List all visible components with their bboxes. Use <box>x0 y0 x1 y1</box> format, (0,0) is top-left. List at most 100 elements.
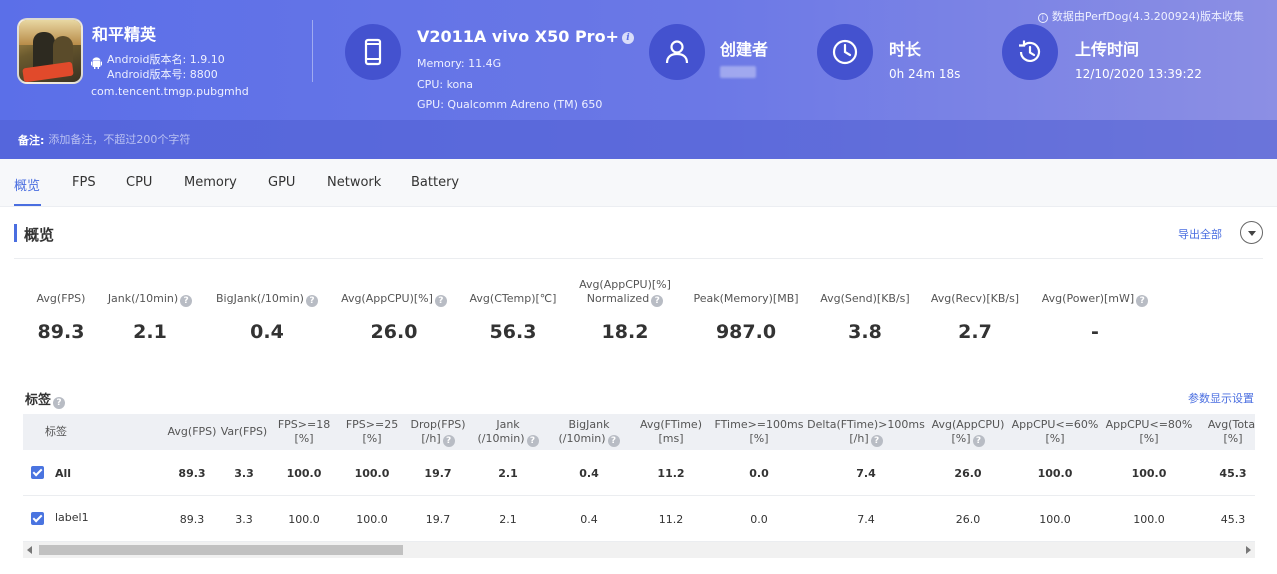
device-name: V2011A vivo X50 Pro+ i <box>417 27 634 46</box>
metric-label: Avg(AppCPU)[%]? <box>334 292 454 307</box>
column-header: Avg(Total [%] <box>1207 418 1255 445</box>
metric-value: 987.0 <box>715 321 777 343</box>
tab-overview[interactable]: 概览 <box>14 175 40 194</box>
metric-label: Avg(Power)[mW]? <box>1035 292 1155 307</box>
cell: 26.0 <box>955 512 981 526</box>
android-version-name: Android版本名: 1.9.10 <box>107 53 225 66</box>
cell: 3.3 <box>234 466 254 480</box>
row-checkbox[interactable] <box>31 512 44 525</box>
table-row: All 89.3 3.3 100.0 100.0 19.7 2.1 0.4 11… <box>23 450 1255 496</box>
device-gpu: GPU: Qualcomm Adreno (TM) 650 <box>417 98 603 111</box>
tab-memory[interactable]: Memory <box>184 175 237 190</box>
table-header: 标签 Avg(FPS) Var(FPS) FPS>=18 [%] FPS>=25[… <box>23 414 1255 450</box>
device-info-icon[interactable]: i <box>621 32 634 44</box>
metric-value: 3.8 <box>848 321 882 343</box>
labels-title: 标签? <box>25 389 66 409</box>
help-icon[interactable]: ? <box>972 434 985 447</box>
tab-battery[interactable]: Battery <box>411 175 459 190</box>
chevron-down-icon[interactable] <box>1240 221 1263 244</box>
metric-value: 56.3 <box>489 321 537 343</box>
labels-table: 标签 Avg(FPS) Var(FPS) FPS>=18 [%] FPS>=25[… <box>23 414 1255 542</box>
tab-network[interactable]: Network <box>327 175 381 190</box>
cell: 0.0 <box>750 512 768 526</box>
param-settings-link[interactable]: 参数显示设置 <box>1188 390 1254 406</box>
user-icon <box>649 24 705 80</box>
clock-icon <box>817 24 873 80</box>
android-icon <box>91 57 102 69</box>
cell: 100.0 <box>1037 466 1073 480</box>
section-accent-bar <box>14 224 17 242</box>
cell: 19.7 <box>425 512 451 526</box>
active-tab-indicator <box>14 204 41 206</box>
help-icon[interactable]: ? <box>180 295 193 307</box>
game-icon <box>17 18 83 84</box>
device-memory: Memory: 11.4G <box>417 57 502 70</box>
column-header: Var(FPS) <box>220 425 268 438</box>
help-icon[interactable]: ? <box>305 295 318 307</box>
cell: 100.0 <box>1039 512 1071 526</box>
metric-label: Avg(Recv)[KB/s] <box>930 292 1020 305</box>
overview-title: 概览 <box>24 226 55 244</box>
duration-title: 时长 <box>889 40 922 59</box>
cell: 2.1 <box>499 512 517 526</box>
column-header: Delta(FTime)>100ms [/h]? <box>807 417 925 447</box>
remark-label: 备注: <box>18 133 45 147</box>
scroll-right-icon[interactable] <box>1246 546 1251 554</box>
cell: 45.3 <box>1220 512 1246 526</box>
creator-name-redacted <box>720 66 756 78</box>
section-divider <box>14 258 1263 259</box>
cell: 11.2 <box>658 512 684 526</box>
cell: 26.0 <box>954 466 982 480</box>
tab-bar: 概览 FPS CPU Memory GPU Network Battery <box>0 159 1277 207</box>
report-header: 和平精英 Android版本名: 1.9.10 Android版本号: 8800… <box>0 0 1277 159</box>
help-icon[interactable]: ? <box>651 295 664 307</box>
help-icon[interactable]: ? <box>442 434 455 447</box>
metric-value: 2.7 <box>958 321 992 343</box>
help-icon[interactable]: ? <box>1136 295 1149 307</box>
metric-value: 2.1 <box>133 321 167 343</box>
tab-fps[interactable]: FPS <box>72 175 96 190</box>
help-icon[interactable]: ? <box>870 434 883 447</box>
row-label: All <box>55 466 72 480</box>
column-header: FPS>=18 [%] <box>277 418 331 445</box>
column-header: BigJank (/10min)? <box>551 414 627 450</box>
remark-bar: 备注: <box>0 120 1277 159</box>
help-icon[interactable]: ? <box>434 295 447 307</box>
row-checkbox[interactable] <box>31 466 44 479</box>
metric-value: 18.2 <box>601 321 649 343</box>
column-header: Drop(FPS) [/h]? <box>410 417 466 447</box>
header-divider <box>312 20 313 82</box>
metric-value: 26.0 <box>370 321 418 343</box>
cell: 100.0 <box>354 466 390 480</box>
help-icon[interactable]: ? <box>607 434 620 447</box>
metric-label: BigJank(/10min)? <box>207 292 327 307</box>
row-label: label1 <box>55 510 89 524</box>
upload-value: 12/10/2020 13:39:22 <box>1075 67 1202 81</box>
cell: 0.4 <box>579 466 599 480</box>
cell: 100.0 <box>288 512 320 526</box>
cell: 89.3 <box>178 466 206 480</box>
horizontal-scrollbar[interactable] <box>23 542 1255 558</box>
app-name: 和平精英 <box>92 25 157 44</box>
tab-gpu[interactable]: GPU <box>268 175 295 190</box>
tab-cpu[interactable]: CPU <box>126 175 152 190</box>
cell: 7.4 <box>857 512 875 526</box>
export-all-link[interactable]: 导出全部 <box>1178 226 1222 242</box>
metric-label: Avg(AppCPU)[%] Normalized? <box>579 278 671 307</box>
cell: 3.3 <box>235 512 253 526</box>
help-icon[interactable]: ? <box>53 397 66 409</box>
history-icon <box>1002 24 1058 80</box>
remark-input[interactable] <box>48 133 349 146</box>
scroll-left-icon[interactable] <box>27 546 32 554</box>
duration-value: 0h 24m 18s <box>889 67 961 81</box>
cell: 11.2 <box>657 466 685 480</box>
help-icon[interactable]: ? <box>526 434 539 447</box>
cell: 100.0 <box>1133 512 1165 526</box>
column-header: Jank (/10min)? <box>471 414 545 450</box>
upload-title: 上传时间 <box>1075 40 1140 59</box>
creator-title: 创建者 <box>720 40 769 59</box>
column-header: Avg(FTime) [ms] <box>639 418 702 445</box>
metric-label: Avg(CTemp)[℃] <box>469 292 557 305</box>
scrollbar-thumb[interactable] <box>39 545 403 555</box>
column-header: FPS>=25 [%] <box>345 418 399 445</box>
